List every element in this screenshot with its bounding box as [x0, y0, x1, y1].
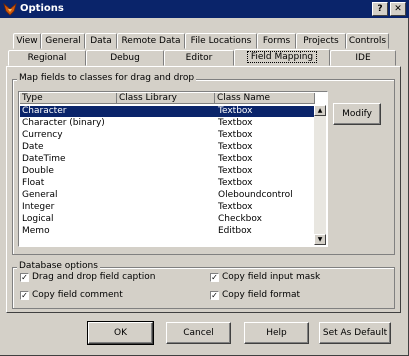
list-row[interactable]: Character (binary) Textbox [20, 118, 316, 129]
list-row[interactable]: Character Textbox [20, 106, 316, 117]
map-fields-group-label: Map fields to classes for drag and drop [17, 73, 197, 84]
tab-view[interactable]: View [13, 33, 41, 49]
title-bar[interactable]: Options ? ✕ [0, 0, 409, 18]
copy-field-format-checkbox[interactable]: ✓ Copy field format [210, 290, 300, 302]
checkbox-label: Copy field comment [32, 290, 123, 300]
row-class: Textbox [218, 106, 253, 116]
tab-ide[interactable]: IDE [330, 50, 396, 66]
window-title: Options [20, 3, 64, 14]
row-type: Character [22, 106, 67, 116]
row-class: Textbox [218, 166, 253, 176]
field-mapping-list[interactable]: Type Class Library Class Name Character T… [18, 91, 328, 247]
options-dialog: Options ? ✕ View General Data Remote Dat… [0, 0, 409, 356]
checkbox-check-icon: ✓ [210, 273, 219, 282]
row-class: Textbox [218, 202, 253, 212]
row-class: Editbox [218, 226, 252, 236]
column-header-type[interactable]: Type [20, 93, 117, 104]
tab-editor[interactable]: Editor [164, 50, 234, 66]
set-as-default-button[interactable]: Set As Default [319, 322, 391, 344]
tab-regional[interactable]: Regional [8, 50, 86, 66]
help-button[interactable]: Help [244, 322, 309, 344]
list-row[interactable]: Logical Checkbox [20, 214, 316, 225]
list-row[interactable]: Date Textbox [20, 142, 316, 153]
row-type: DateTime [22, 154, 66, 164]
ok-button[interactable]: OK [87, 321, 154, 345]
checkbox-label: Copy field input mask [222, 272, 321, 282]
drag-drop-caption-checkbox[interactable]: ✓ Drag and drop field caption [20, 272, 156, 284]
scroll-up-icon[interactable]: ▲ [314, 105, 326, 116]
row-class: Textbox [218, 118, 253, 128]
list-row[interactable]: Integer Textbox [20, 202, 316, 213]
tab-data[interactable]: Data [85, 33, 117, 49]
checkbox-check-icon: ✓ [210, 291, 219, 300]
copy-field-input-mask-checkbox[interactable]: ✓ Copy field input mask [210, 272, 320, 284]
row-type: Memo [22, 226, 50, 236]
checkbox-check-icon: ✓ [20, 273, 29, 282]
list-row[interactable]: Memo Editbox [20, 226, 316, 237]
list-row[interactable]: Double Textbox [20, 166, 316, 177]
column-header-class-name[interactable]: Class Name [215, 93, 315, 104]
cancel-button[interactable]: Cancel [166, 322, 231, 344]
row-class: Oleboundcontrol [218, 190, 293, 200]
tab-file-locations[interactable]: File Locations [185, 33, 257, 49]
checkbox-label: Copy field format [222, 290, 300, 300]
list-row[interactable]: General Oleboundcontrol [20, 190, 316, 201]
row-class: Textbox [218, 130, 253, 140]
copy-field-comment-checkbox[interactable]: ✓ Copy field comment [20, 290, 123, 302]
column-header-class-library[interactable]: Class Library [117, 93, 215, 104]
tab-projects[interactable]: Projects [296, 33, 346, 49]
row-class: Textbox [218, 154, 253, 164]
scroll-down-icon[interactable]: ▼ [314, 234, 326, 245]
row-type: Date [22, 142, 44, 152]
help-icon-button[interactable]: ? [372, 2, 388, 16]
tab-controls[interactable]: Controls [346, 33, 389, 49]
tab-field-mapping[interactable]: Field Mapping [234, 49, 330, 66]
list-row[interactable]: Currency Textbox [20, 130, 316, 141]
row-class: Checkbox [218, 214, 262, 224]
list-row[interactable]: Float Textbox [20, 178, 316, 189]
row-class: Textbox [218, 178, 253, 188]
row-type: Logical [22, 214, 54, 224]
database-options-group-label: Database options [17, 261, 100, 272]
row-type: Currency [22, 130, 63, 140]
checkbox-label: Drag and drop field caption [32, 272, 156, 282]
row-type: Character (binary) [22, 118, 105, 128]
checkbox-check-icon: ✓ [20, 291, 29, 300]
tab-debug[interactable]: Debug [86, 50, 164, 66]
modify-button[interactable]: Modify [333, 103, 381, 125]
row-type: Double [22, 166, 54, 176]
row-type: General [22, 190, 58, 200]
list-row[interactable]: DateTime Textbox [20, 154, 316, 165]
close-icon[interactable]: ✕ [390, 2, 406, 16]
tab-general[interactable]: General [41, 33, 85, 49]
list-scrollbar[interactable]: ▲ ▼ [314, 105, 326, 245]
fox-app-icon [3, 2, 17, 16]
row-type: Integer [22, 202, 55, 212]
row-type: Float [22, 178, 45, 188]
row-class: Textbox [218, 142, 253, 152]
tab-remote-data[interactable]: Remote Data [117, 33, 185, 49]
tab-forms[interactable]: Forms [257, 33, 296, 49]
tab-field-mapping-label: Field Mapping [246, 51, 318, 63]
